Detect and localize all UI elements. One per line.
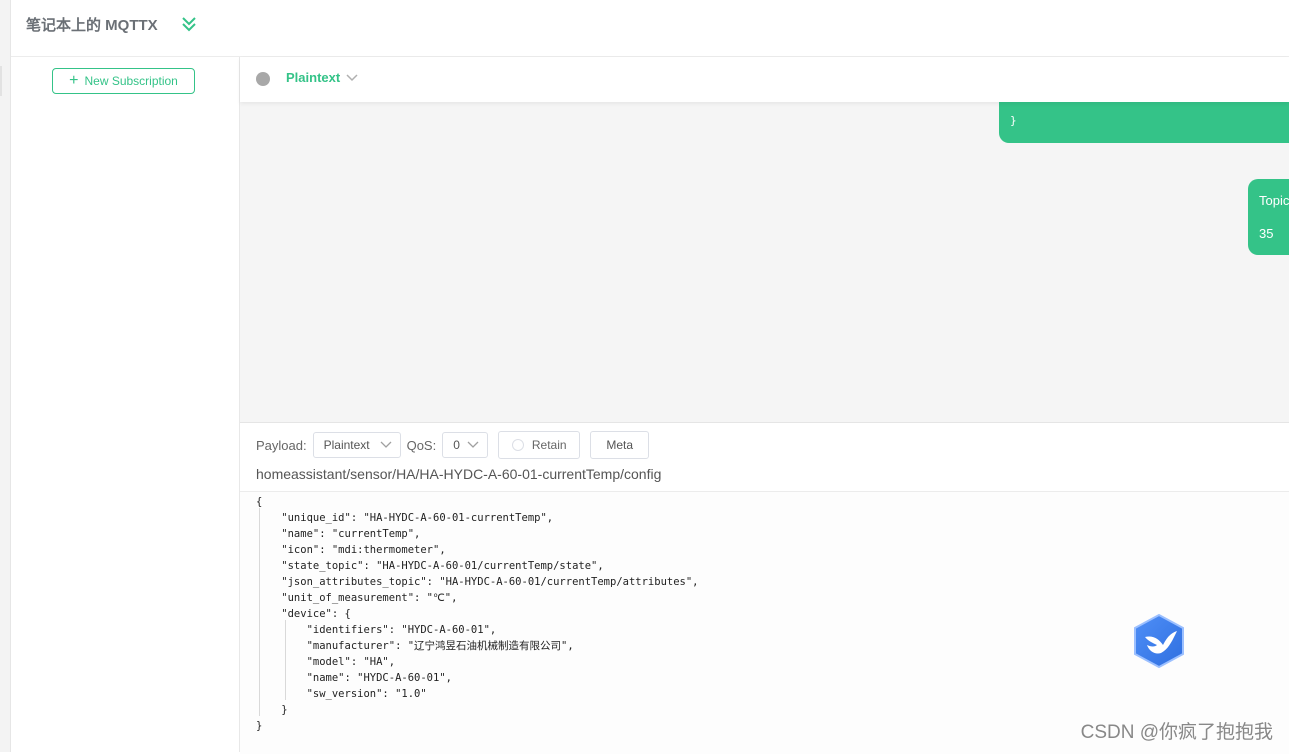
message-payload: 35 — [1259, 226, 1274, 241]
chevron-down-icon — [467, 441, 479, 448]
composer-controls: Payload: Plaintext QoS: 0 Retain Meta — [256, 431, 650, 459]
status-dot-icon — [256, 72, 270, 86]
payload-format-value: Plaintext — [323, 438, 370, 452]
retain-toggle[interactable]: Retain — [498, 431, 581, 459]
payload-filter-select[interactable]: Plaintext — [286, 70, 358, 85]
meta-label: Meta — [606, 438, 634, 452]
double-chevron-down-icon[interactable] — [181, 16, 197, 32]
qos-select[interactable]: 0 — [442, 432, 489, 458]
payload-format-select[interactable]: Plaintext — [312, 432, 401, 458]
messages-header: Plaintext — [240, 57, 1289, 102]
connection-header: 笔记本上的 MQTTX — [11, 0, 1289, 57]
message-list[interactable]: } Topic 35 — [240, 102, 1289, 422]
payload-filter-label: Plaintext — [286, 70, 341, 85]
message-bubble: } — [999, 102, 1289, 143]
message-topic-label: Topic — [1259, 193, 1289, 208]
message-composer: Payload: Plaintext QoS: 0 Retain Meta ho… — [240, 422, 1289, 754]
radio-icon — [511, 439, 524, 451]
retain-label: Retain — [531, 438, 567, 452]
qos-value: 0 — [453, 438, 460, 452]
payload-editor[interactable]: { "unique_id": "HA-HYDC-A-60-01-currentT… — [240, 491, 1289, 754]
message-text: } — [1010, 114, 1017, 127]
message-bubble: Topic 35 — [1248, 179, 1289, 255]
chevron-down-icon — [346, 73, 358, 81]
mqttx-logo-icon — [1134, 613, 1184, 669]
subscriptions-sidebar: + New Subscription — [11, 57, 240, 752]
chevron-down-icon — [380, 441, 392, 448]
plus-icon: + — [69, 72, 79, 89]
nav-indicator — [0, 66, 2, 96]
qos-label: QoS: — [406, 437, 437, 453]
payload-code: { "unique_id": "HA-HYDC-A-60-01-currentT… — [256, 496, 699, 732]
watermark: CSDN @你疯了抱抱我 — [1080, 722, 1273, 743]
topic-input[interactable]: homeassistant/sensor/HA/HA-HYDC-A-60-01-… — [256, 466, 661, 482]
meta-button[interactable]: Meta — [590, 431, 650, 459]
left-nav-strip — [0, 0, 11, 752]
payload-label: Payload: — [256, 437, 307, 453]
new-subscription-label: New Subscription — [84, 74, 178, 88]
new-subscription-button[interactable]: + New Subscription — [52, 68, 195, 94]
connection-title: 笔记本上的 MQTTX — [26, 17, 158, 34]
